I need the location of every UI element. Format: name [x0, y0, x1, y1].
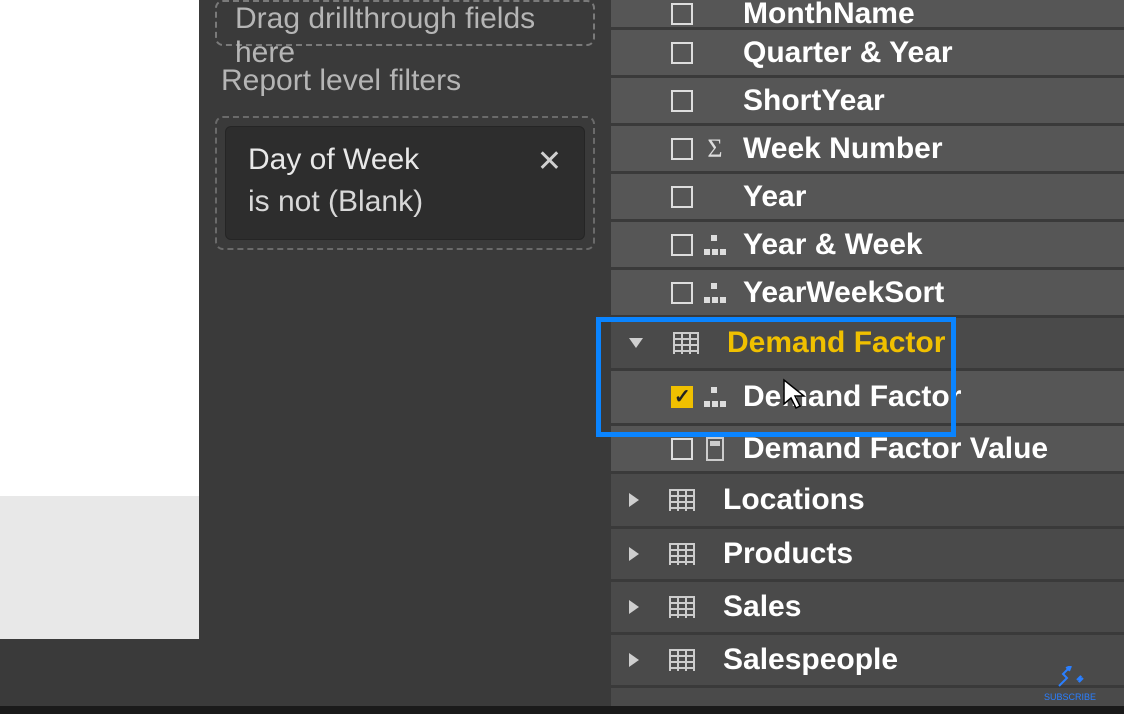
table-label: Locations — [723, 483, 865, 517]
checkbox[interactable] — [671, 186, 693, 208]
hierarchy-icon — [703, 233, 727, 257]
table-icon — [673, 332, 699, 354]
field-row-monthname[interactable]: MonthName — [611, 0, 1124, 30]
field-row-quarter-year[interactable]: Quarter & Year — [611, 30, 1124, 78]
chevron-right-icon — [629, 653, 639, 667]
drillthrough-placeholder: Drag drillthrough fields here — [235, 2, 575, 70]
canvas-tray — [0, 496, 199, 639]
field-label: Week Number — [743, 132, 943, 166]
chevron-right-icon — [629, 493, 639, 507]
table-row-sales[interactable]: Sales — [611, 582, 1124, 635]
field-row-week-number[interactable]: Σ Week Number — [611, 126, 1124, 174]
checkbox-monthname[interactable] — [671, 3, 693, 25]
close-icon[interactable]: ✕ — [537, 147, 562, 177]
field-label: Year — [743, 180, 806, 214]
field-label: YearWeekSort — [743, 276, 944, 310]
hierarchy-icon — [703, 281, 727, 305]
chevron-down-icon — [629, 338, 643, 348]
table-icon — [669, 543, 695, 565]
field-label: Year & Week — [743, 228, 923, 262]
field-label: Quarter & Year — [743, 36, 953, 70]
filter-card-day-of-week[interactable]: Day of Week is not (Blank) ✕ — [225, 126, 585, 240]
filter-condition: is not (Blank) — [248, 185, 562, 219]
report-filter-dropzone[interactable]: Day of Week is not (Blank) ✕ — [215, 116, 595, 250]
bottom-bar — [0, 706, 1124, 714]
table-row-locations[interactable]: Locations — [611, 474, 1124, 529]
table-icon — [669, 596, 695, 618]
table-icon — [669, 649, 695, 671]
field-row-year[interactable]: Year — [611, 174, 1124, 222]
report-canvas[interactable] — [0, 0, 199, 496]
checkbox[interactable] — [671, 282, 693, 304]
table-label: Sales — [723, 590, 801, 624]
checkbox[interactable] — [671, 234, 693, 256]
drillthrough-dropzone[interactable]: Drag drillthrough fields here — [215, 0, 595, 46]
table-label: Salespeople — [723, 643, 898, 677]
field-row-yearweeksort[interactable]: YearWeekSort — [611, 270, 1124, 318]
checkbox[interactable] — [671, 138, 693, 160]
field-row-demand-factor-value[interactable]: Demand Factor Value — [611, 426, 1124, 474]
calculator-icon — [703, 437, 727, 461]
field-label: Demand Factor — [743, 380, 961, 414]
table-label: Demand Factor — [727, 326, 945, 360]
checkbox[interactable] — [671, 438, 693, 460]
field-label: ShortYear — [743, 84, 885, 118]
checkbox-checked[interactable] — [671, 386, 693, 408]
field-row-year-week[interactable]: Year & Week — [611, 222, 1124, 270]
field-label: MonthName — [743, 0, 915, 31]
field-label: Demand Factor Value — [743, 432, 1048, 466]
chevron-right-icon — [629, 547, 639, 561]
filters-panel: Drag drillthrough fields here Report lev… — [199, 0, 611, 714]
fields-panel: MonthName Quarter & Year ShortYear Σ Wee… — [611, 0, 1124, 714]
table-row-products[interactable]: Products — [611, 529, 1124, 582]
hierarchy-icon — [703, 385, 727, 409]
field-row-shortyear[interactable]: ShortYear — [611, 78, 1124, 126]
table-icon — [669, 489, 695, 511]
field-row-demand-factor[interactable]: Demand Factor — [611, 371, 1124, 426]
chevron-right-icon — [629, 600, 639, 614]
subscribe-watermark: SUBSCRIBE — [1044, 666, 1096, 702]
checkbox[interactable] — [671, 42, 693, 64]
checkbox[interactable] — [671, 90, 693, 112]
table-row-demand-factor[interactable]: Demand Factor — [611, 318, 1124, 371]
filter-title: Day of Week — [248, 143, 562, 177]
sigma-icon: Σ — [703, 137, 727, 161]
subscribe-text: SUBSCRIBE — [1044, 692, 1096, 702]
table-label: Products — [723, 537, 853, 571]
